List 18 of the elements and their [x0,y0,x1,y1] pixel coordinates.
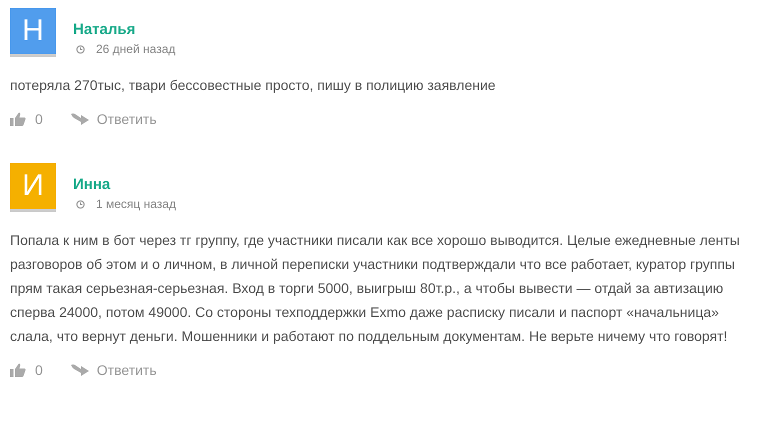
thumbs-up-icon[interactable] [10,363,26,377]
timestamp: 26 дней назад [96,42,176,56]
avatar: Н [10,8,56,57]
clock-icon [76,200,85,208]
comment-text: потеряла 270тыс, твари бессовестные просто, пишу в полицию заявление [10,76,497,95]
reply-arrow-icon [70,113,89,125]
timestamp: 1 месяц назад [96,197,176,211]
author-name: Наталья [73,21,136,38]
like-count: 0 [35,111,43,127]
thumbs-up-icon[interactable] [10,112,26,126]
reply-arrow-icon [70,364,89,376]
like-count: 0 [35,362,43,378]
avatar: И [10,163,56,212]
reply-button[interactable]: Ответить [70,111,157,127]
comment-text: Попала к ним в бот через тг группу, где участники писали как все хорошо выводится. Целые ежедневные ленты разговоров об этом и о личном, в личной переписки участники подтверждали что все работает, куратор группы прям такая серьезная-серьезная. Вход в торги 5000, выигрыш 80т.р., а чтобы вывести — отдай за автизацию сперва 24000, потом 49000. Со стороны техподдержки Exmo даже расписку писали и паспорт «начальница» слала, что вернут деньги. Мошенники и работают по поддельным документам. Не верьте ничему что говорят! [10,231,741,346]
reply-button[interactable]: Ответить [70,362,157,378]
author-name: Инна [73,176,112,193]
clock-icon [76,44,85,54]
